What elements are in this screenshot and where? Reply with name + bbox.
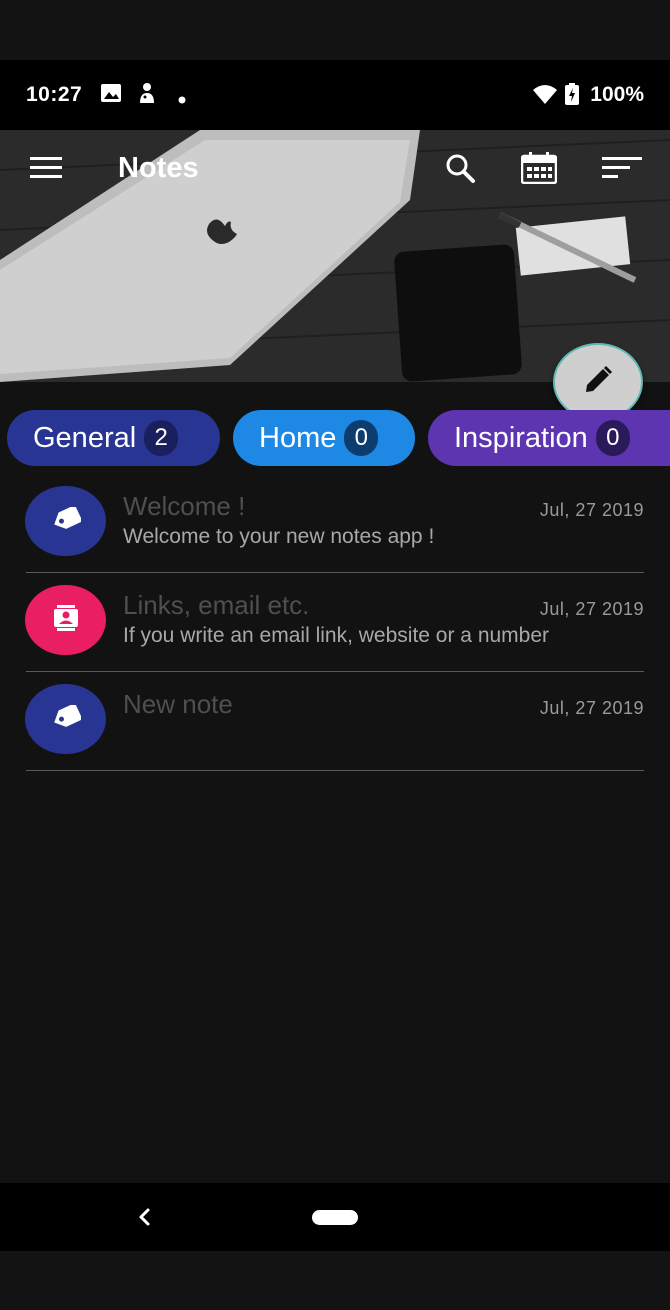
system-nav-bar [0,1183,670,1251]
contact-card-icon [53,604,78,636]
note-date: Jul, 27 2019 [539,599,644,619]
note-preview: Welcome to your new notes app ! [123,525,435,548]
battery-percent: 100% [590,83,644,106]
note-title: New note [123,689,233,719]
dot-icon [178,91,186,109]
tag-icon [51,703,82,734]
category-avatar [25,684,106,754]
chip-count: 2 [144,420,179,456]
sort-button[interactable] [600,148,644,192]
page-title: Notes [118,152,199,184]
list-item[interactable]: Welcome ! Jul, 27 2019 Welcome to your n… [0,474,670,573]
menu-button[interactable] [24,148,68,192]
list-item[interactable]: Links, email etc. Jul, 27 2019 If you wr… [0,573,670,672]
list-item[interactable]: New note Jul, 27 2019 [0,672,670,771]
wifi-icon [532,84,558,109]
chip-inspiration[interactable]: Inspiration 0 [428,410,670,466]
sort-icon [602,156,642,184]
image-icon [100,82,122,109]
search-button[interactable] [438,148,482,192]
chip-count: 0 [595,420,630,456]
note-date: Jul, 27 2019 [539,500,644,520]
note-preview: If you write an email link, website or a… [123,624,550,647]
chip-count: 0 [344,420,379,456]
status-bar: 10:27 100% [0,60,670,130]
calendar-button[interactable] [517,148,561,192]
tag-icon [51,505,82,536]
bottom-bezel [0,1251,670,1310]
top-bezel [0,0,670,60]
category-avatar [25,486,106,556]
category-avatar [25,585,106,655]
chip-general[interactable]: General 2 [7,410,220,466]
notes-list: Welcome ! Jul, 27 2019 Welcome to your n… [0,474,670,771]
search-icon [445,153,475,188]
note-title: Welcome ! [123,491,246,521]
battery-charging-icon [565,83,579,110]
chip-label: Inspiration [454,421,588,454]
note-date: Jul, 27 2019 [539,698,644,718]
note-title: Links, email etc. [123,590,310,620]
back-icon [133,1208,157,1235]
category-chips: General 2 Home 0 Inspiration 0 [0,410,670,468]
divider [26,770,644,771]
home-pill-icon[interactable] [312,1210,358,1225]
header-banner: Notes [0,130,670,382]
chip-label: General [33,421,137,454]
chip-home[interactable]: Home 0 [233,410,415,466]
back-button[interactable] [133,1203,157,1231]
chip-label: Home [259,421,337,454]
calendar-icon [520,151,558,189]
pencil-icon [583,365,613,400]
accessibility-icon [136,82,158,111]
header-background-image [0,130,670,382]
menu-icon [30,156,62,184]
status-time: 10:27 [26,83,83,106]
